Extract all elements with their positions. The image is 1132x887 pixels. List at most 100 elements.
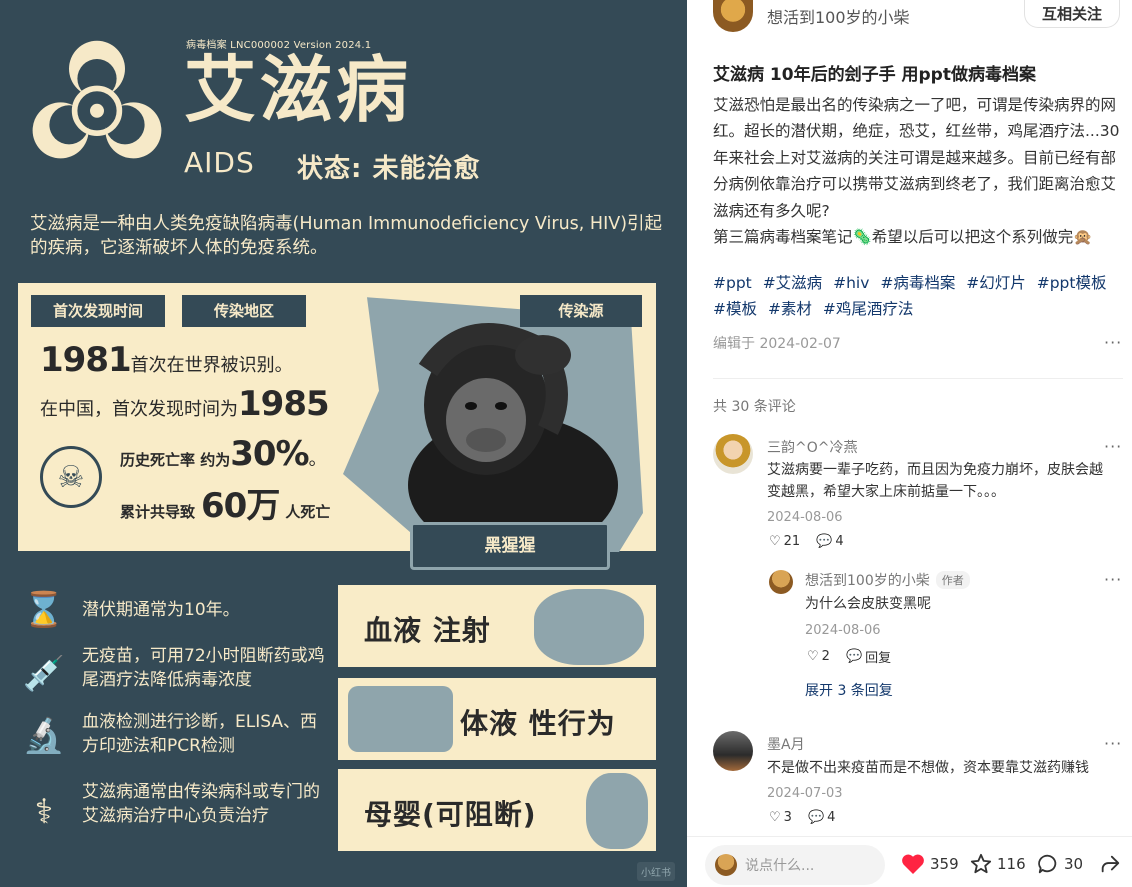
share-button[interactable]: [1099, 853, 1121, 875]
hashtag-link[interactable]: #幻灯片: [966, 274, 1026, 292]
comment-date: 2024-08-06: [767, 510, 843, 525]
chat-bubble-icon: 💬: [807, 810, 825, 825]
watermark: 小红书: [637, 862, 675, 881]
post-image[interactable]: 病毒档案 LNC000002 Version 2024.1 艾滋病 AIDS 状…: [0, 0, 687, 887]
feature-treatment: 无疫苗，可用72小时阻断药或鸡尾酒疗法降低病毒浓度: [82, 646, 325, 690]
comment-stats: ♡ 3 💬 4: [769, 810, 835, 825]
heart-outline-icon: ♡: [769, 810, 781, 825]
comment-like-button[interactable]: ♡ 3: [769, 810, 792, 825]
virus-hourglass-icon: ⌛: [22, 590, 66, 630]
author-name[interactable]: 想活到100岁的小柴: [767, 4, 910, 28]
hashtag-link[interactable]: #ppt: [713, 274, 752, 292]
hashtag-link[interactable]: #ppt模板: [1037, 274, 1107, 292]
poster-intro: 艾滋病是一种由人类免疫缺陷病毒(Human Immunodeficiency V…: [30, 214, 663, 258]
like-count: 2: [821, 649, 830, 664]
post-paragraph: 艾滋恐怕是最出名的传染病之一了吧，可谓是传染病界的网红。超长的潜伏期，绝症，恐艾…: [713, 96, 1120, 220]
reply-count: 4: [827, 810, 836, 825]
source-label: 黑猩猩: [410, 522, 610, 570]
star-icon: [970, 853, 992, 874]
edit-date: 编辑于 2024-02-07: [713, 336, 841, 352]
bottom-action-bar: 说点什么... 359 116 30: [687, 836, 1132, 887]
comment-button[interactable]: 30: [1037, 853, 1083, 875]
doctor-icon: ⚕: [34, 792, 54, 832]
comments-count: 30: [1064, 855, 1084, 873]
skull-icon: ☠: [40, 446, 102, 508]
comment-date: 2024-07-03: [767, 786, 843, 801]
poster-title: 艾滋病: [184, 48, 413, 132]
comment-like-button[interactable]: ♡ 21: [769, 534, 800, 549]
comment-count: 共 30 条评论: [713, 399, 796, 415]
comment-text: 不是做不出来疫苗而是不想做，资本要靠艾滋药赚钱: [767, 760, 1089, 776]
star-count: 116: [997, 855, 1026, 873]
route-blood: 血液 注射: [338, 585, 656, 667]
author-avatar[interactable]: [713, 0, 753, 32]
poster-status: 状态: 未能治愈: [297, 154, 481, 184]
commenter-name[interactable]: 三韵^O^冷燕: [767, 437, 857, 457]
route-body-fluid: 体液 性行为: [338, 678, 656, 760]
comment-input[interactable]: 说点什么...: [705, 845, 885, 885]
chat-bubble-icon: [1038, 854, 1057, 874]
comment-reply-button[interactable]: 💬 4: [808, 810, 835, 825]
user-avatar: [715, 854, 737, 876]
hashtag-link[interactable]: #艾滋病: [763, 274, 823, 292]
reply-count: 4: [835, 534, 844, 549]
collect-button[interactable]: 116: [970, 853, 1026, 875]
hashtag-link[interactable]: #病毒档案: [880, 274, 955, 292]
heart-outline-icon: ♡: [807, 649, 819, 664]
like-count: 3: [783, 810, 792, 825]
feature-diagnosis: 血液检测进行诊断，ELISA、西方印迹法和PCR检测: [82, 712, 317, 756]
divider: [713, 378, 1123, 379]
biohazard-icon: [32, 40, 162, 159]
route-mother-child: 母婴(可阻断): [338, 769, 656, 851]
author-badge: 作者: [935, 571, 970, 589]
reply-button[interactable]: 💬 回复: [846, 647, 891, 666]
like-count: 21: [783, 534, 801, 549]
chat-bubble-icon: 💬: [816, 534, 833, 549]
first-discovery-line: 1981首次在世界被识别。: [40, 340, 293, 380]
reply-author-name: 想活到100岁的小柴: [805, 573, 930, 589]
feature-incubation: 潜伏期通常为10年。: [82, 600, 240, 620]
microscope-icon: 🔬: [22, 716, 66, 756]
more-dots-icon[interactable]: ···: [1104, 734, 1122, 753]
share-icon: [1101, 855, 1120, 873]
hashtag-list: #ppt #艾滋病 #hiv #病毒档案 #幻灯片 #ppt模板 #模板 #素材…: [713, 270, 1123, 322]
hashtag-link[interactable]: #鸡尾酒疗法: [823, 300, 914, 318]
like-count: 359: [930, 855, 959, 873]
reply-like-button[interactable]: ♡ 2: [807, 647, 830, 666]
like-button[interactable]: 359: [901, 853, 959, 875]
more-dots-icon[interactable]: ···: [1104, 333, 1122, 352]
post-title: 艾滋病 10年后的刽子手 用ppt做病毒档案: [713, 65, 1036, 85]
tag-first-discovery: 首次发现时间: [31, 295, 165, 327]
more-dots-icon[interactable]: ···: [1104, 437, 1122, 456]
commenter-name[interactable]: 墨A月: [767, 734, 805, 754]
comment-reply-button[interactable]: 💬 4: [816, 534, 843, 549]
hashtag-link[interactable]: #模板: [713, 300, 757, 318]
tag-region: 传染地区: [182, 295, 306, 327]
commenter-avatar[interactable]: [713, 434, 753, 474]
mortality-line: 历史死亡率 约为30%。: [120, 434, 327, 474]
commenter-avatar[interactable]: [713, 731, 753, 771]
post-body: 艾滋恐怕是最出名的传染病之一了吧，可谓是传染病界的网红。超长的潜伏期，绝症，恐艾…: [713, 92, 1123, 250]
syringe-icon: 💉: [22, 654, 66, 694]
follow-button[interactable]: 互相关注: [1024, 0, 1120, 28]
comment-placeholder: 说点什么...: [745, 858, 815, 874]
heart-icon: [902, 854, 924, 874]
syringes-image: [534, 589, 644, 665]
post-detail-pane: 想活到100岁的小柴 互相关注 艾滋病 10年后的刽子手 用ppt做病毒档案 艾…: [687, 0, 1132, 887]
chimpanzee-image: [408, 323, 618, 550]
hashtag-link[interactable]: #素材: [768, 300, 812, 318]
mother-child-image: [586, 773, 648, 849]
more-dots-icon[interactable]: ···: [1104, 570, 1122, 589]
reply-author[interactable]: 想活到100岁的小柴 作者: [805, 570, 970, 590]
hashtag-link[interactable]: #hiv: [833, 274, 869, 292]
death-toll-line: 累计共导致 60万 人死亡: [120, 486, 331, 526]
reply-stats: ♡ 2 💬 回复: [807, 647, 891, 666]
reply-date: 2024-08-06: [805, 623, 881, 638]
tag-source: 传染源: [520, 295, 642, 327]
reply-avatar[interactable]: [769, 570, 793, 594]
expand-replies-link[interactable]: 展开 3 条回复: [805, 680, 893, 700]
post-paragraph: 第三篇病毒档案笔记🦠希望以后可以把这个系列做完🙊: [713, 228, 1093, 247]
comment-stats: ♡ 21 💬 4: [769, 534, 844, 549]
bed-image: [348, 686, 453, 752]
feature-care: 艾滋病通常由传染病科或专门的艾滋病治疗中心负责治疗: [82, 782, 320, 826]
